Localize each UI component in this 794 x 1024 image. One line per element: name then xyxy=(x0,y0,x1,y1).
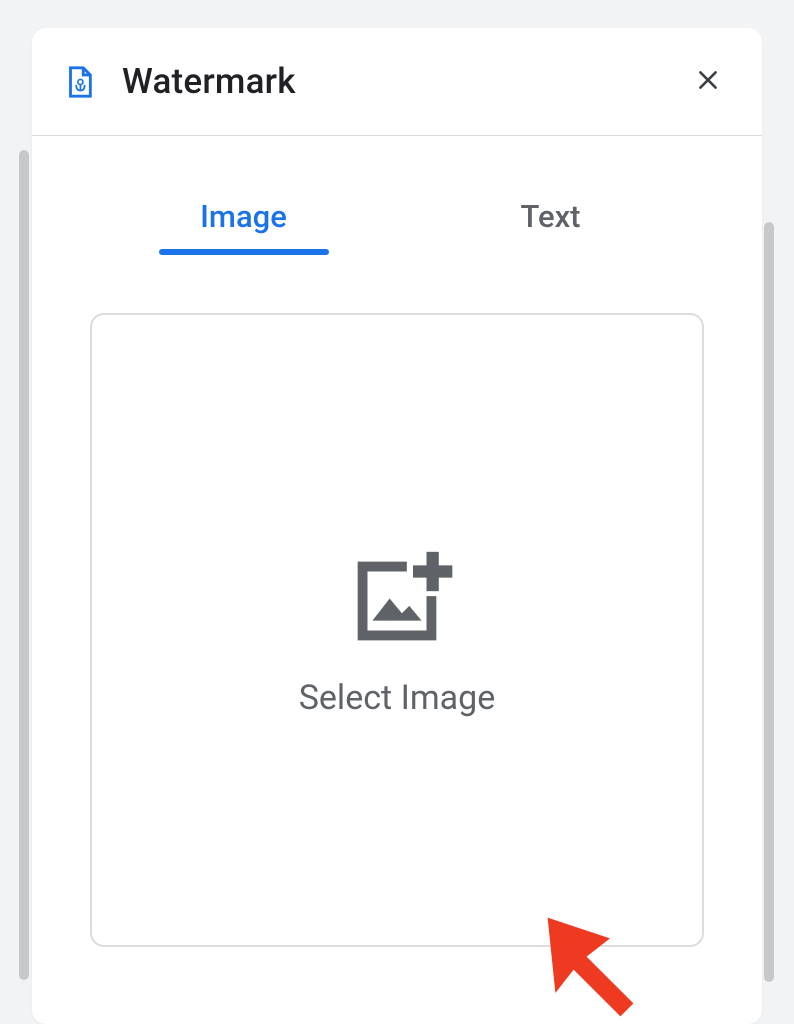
panel-header: Watermark xyxy=(32,28,762,136)
tabs: Image Text xyxy=(90,182,704,253)
document-watermark-icon xyxy=(62,61,96,103)
panel-body: Image Text Select Image xyxy=(32,182,762,947)
scrollbar-left[interactable] xyxy=(19,150,29,980)
close-button[interactable] xyxy=(684,58,732,106)
select-image-dropzone[interactable]: Select Image xyxy=(90,313,704,947)
add-image-icon xyxy=(338,542,456,652)
tab-image[interactable]: Image xyxy=(90,182,397,253)
tab-text[interactable]: Text xyxy=(397,182,704,253)
scrollbar-right[interactable] xyxy=(764,222,774,982)
close-icon xyxy=(695,67,721,96)
panel-title: Watermark xyxy=(122,61,296,102)
watermark-panel: Watermark Image Text xyxy=(32,28,762,1024)
select-image-label: Select Image xyxy=(299,678,496,718)
